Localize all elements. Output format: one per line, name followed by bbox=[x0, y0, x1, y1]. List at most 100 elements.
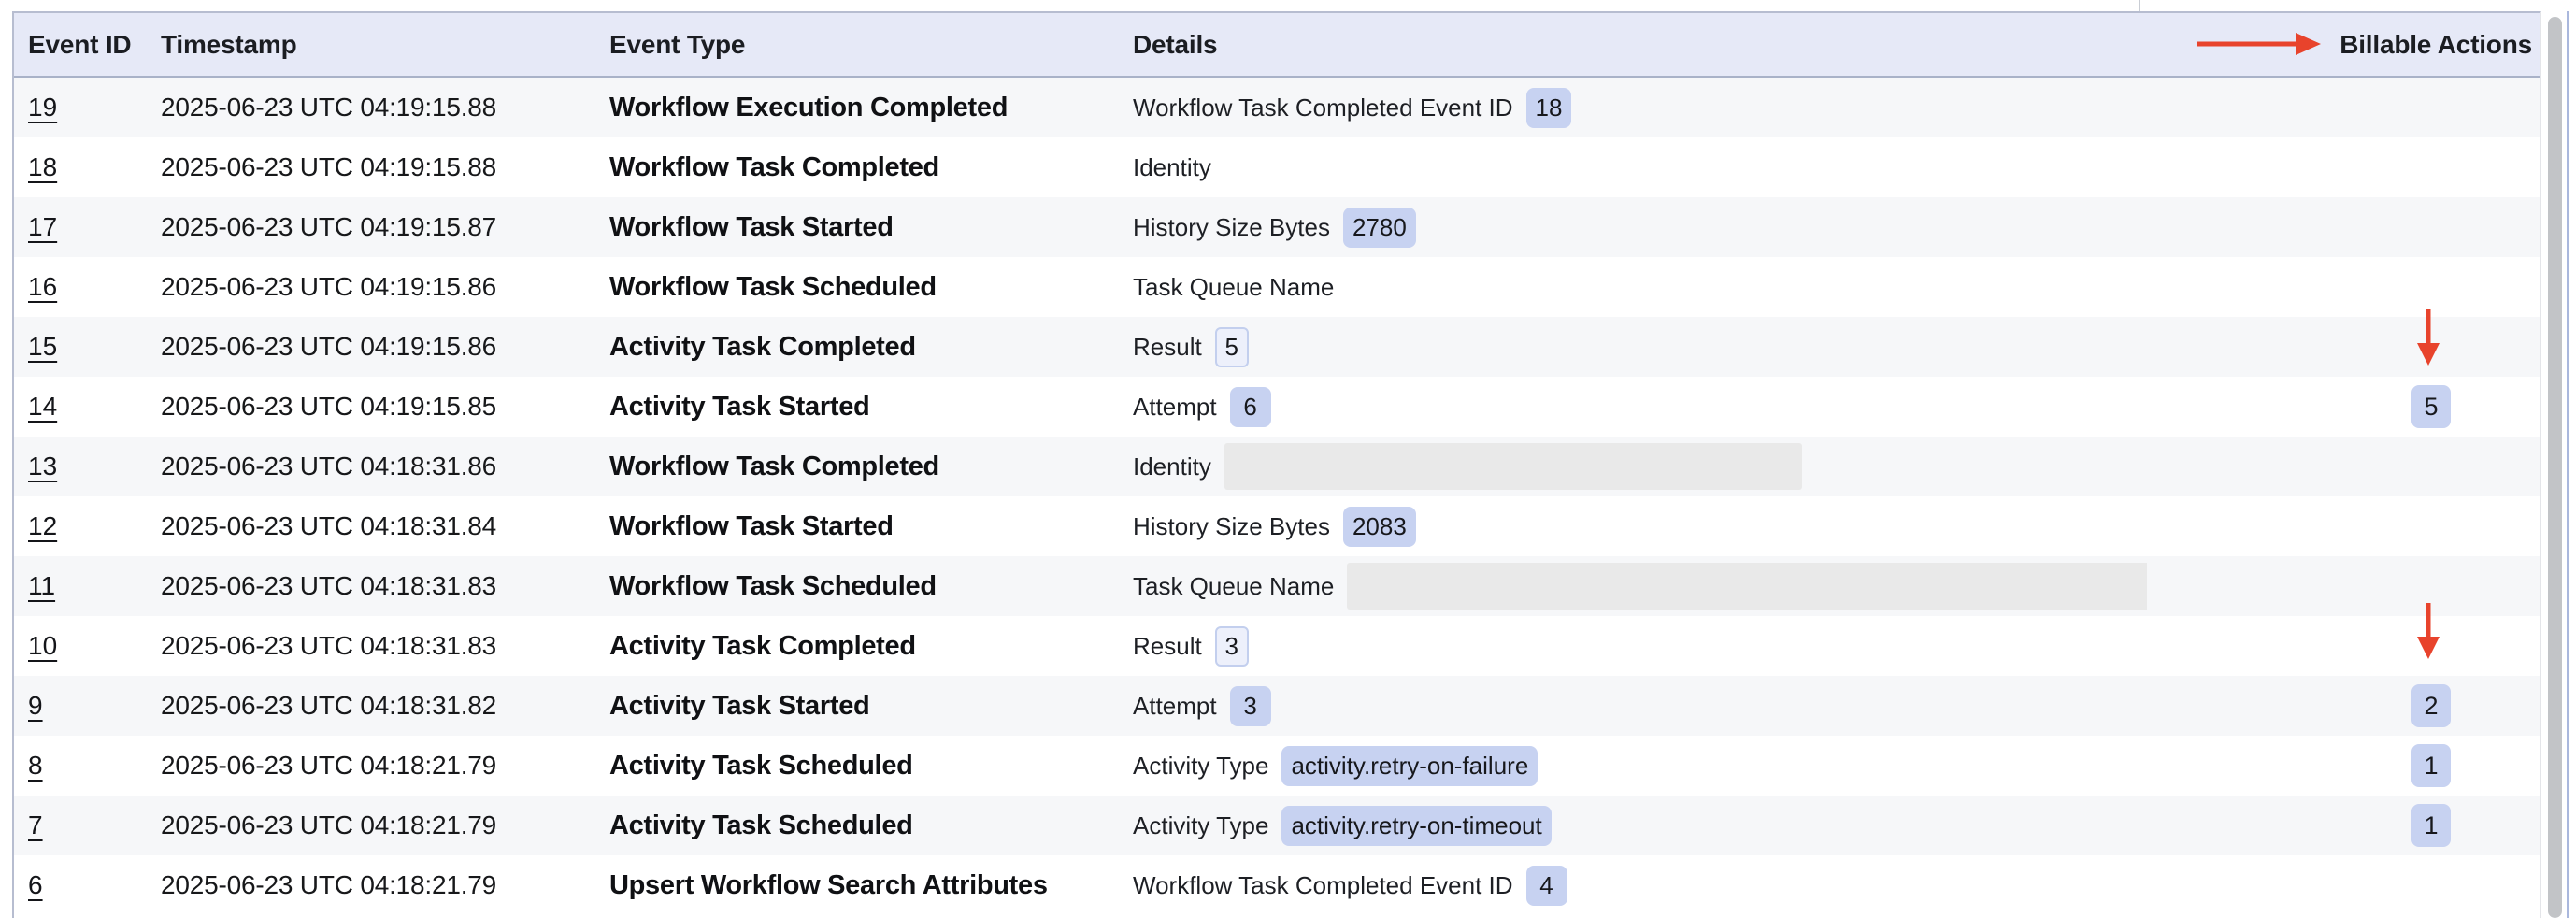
event-id-cell: 12 bbox=[14, 511, 161, 541]
table-row[interactable]: 10 2025-06-23 UTC 04:18:31.83Activity Tas… bbox=[14, 616, 2540, 676]
top-strip bbox=[0, 0, 2576, 11]
billable-actions-cell: 5 bbox=[2147, 385, 2540, 428]
billable-count-badge: 2 bbox=[2411, 684, 2451, 727]
event-id-link[interactable]: 8 bbox=[28, 751, 43, 780]
column-header-event-type: Event Type bbox=[609, 30, 1133, 60]
event-type-cell: Workflow Task Started bbox=[609, 212, 1133, 243]
table-row[interactable]: 122025-06-23 UTC 04:18:31.84Workflow Tas… bbox=[14, 496, 2540, 556]
event-id-link[interactable]: 16 bbox=[28, 272, 57, 301]
event-id-link[interactable]: 11 bbox=[28, 571, 55, 600]
detail-value-badge: 3 bbox=[1215, 626, 1249, 667]
detail-value-badge: 5 bbox=[1215, 327, 1249, 367]
detail-label: Task Queue Name bbox=[1133, 273, 1334, 302]
event-id-cell: 13 bbox=[14, 452, 161, 481]
event-type-cell: Activity Task Scheduled bbox=[609, 751, 1133, 782]
detail-value-badge: 2780 bbox=[1343, 208, 1416, 248]
timestamp-cell: 2025-06-23 UTC 04:18:21.79 bbox=[161, 810, 609, 840]
event-type-cell: Activity Task Started bbox=[609, 691, 1133, 722]
table-row[interactable]: 112025-06-23 UTC 04:18:31.83Workflow Tas… bbox=[14, 556, 2540, 616]
detail-value-badge: 18 bbox=[1526, 88, 1572, 128]
event-type-cell: Workflow Execution Completed bbox=[609, 93, 1133, 123]
details-cell: Task Queue Name bbox=[1133, 563, 2147, 610]
table-row[interactable]: 15 2025-06-23 UTC 04:19:15.86Activity Tas… bbox=[14, 317, 2540, 377]
details-cell: Activity Type activity.retry-on-timeout bbox=[1133, 806, 2147, 846]
detail-label: Workflow Task Completed Event ID bbox=[1133, 871, 1513, 900]
billable-count-badge: 5 bbox=[2411, 385, 2451, 428]
event-id-cell: 8 bbox=[14, 751, 161, 781]
event-id-cell: 7 bbox=[14, 810, 161, 840]
column-header-event-id: Event ID bbox=[14, 30, 161, 60]
details-cell: History Size Bytes 2780 bbox=[1133, 208, 2147, 248]
event-history-table: Event ID Timestamp Event Type Details Bi… bbox=[12, 11, 2541, 918]
event-type-cell: Upsert Workflow Search Attributes bbox=[609, 870, 1133, 901]
top-divider bbox=[2139, 0, 2140, 11]
timestamp-cell: 2025-06-23 UTC 04:18:31.82 bbox=[161, 691, 609, 721]
event-type-cell: Activity Task Completed bbox=[609, 631, 1133, 662]
detail-label: History Size Bytes bbox=[1133, 512, 1330, 541]
detail-label: Identity bbox=[1133, 452, 1211, 481]
event-id-cell: 6 bbox=[14, 870, 161, 900]
event-id-link[interactable]: 13 bbox=[28, 452, 57, 481]
timestamp-cell: 2025-06-23 UTC 04:18:21.79 bbox=[161, 870, 609, 900]
timestamp-cell: 2025-06-23 UTC 04:18:31.86 bbox=[161, 452, 609, 481]
column-header-billable-actions: Billable Actions bbox=[2340, 30, 2540, 60]
column-header-details: Details bbox=[1133, 30, 2147, 60]
table-row[interactable]: 182025-06-23 UTC 04:19:15.88Workflow Tas… bbox=[14, 137, 2540, 197]
table-row[interactable]: 72025-06-23 UTC 04:18:21.79Activity Task… bbox=[14, 796, 2540, 855]
event-type-cell: Workflow Task Completed bbox=[609, 152, 1133, 183]
details-cell: Attempt 6 bbox=[1133, 387, 2147, 427]
table-row[interactable]: 172025-06-23 UTC 04:19:15.87Workflow Tas… bbox=[14, 197, 2540, 257]
table-row[interactable]: 6 2025-06-23 UTC 04:18:21.79Upsert Workfl… bbox=[14, 855, 2540, 915]
timestamp-cell: 2025-06-23 UTC 04:19:15.86 bbox=[161, 272, 609, 302]
timestamp-cell: 2025-06-23 UTC 04:18:31.83 bbox=[161, 571, 609, 601]
details-cell: Activity Type activity.retry-on-failure bbox=[1133, 746, 2147, 786]
details-cell: Identity bbox=[1133, 153, 2147, 182]
details-cell: Attempt3 bbox=[1133, 686, 2147, 726]
timestamp-cell: 2025-06-23 UTC 04:19:15.86 bbox=[161, 332, 609, 362]
detail-label: History Size Bytes bbox=[1133, 213, 1330, 242]
detail-value-badge: activity.retry-on-failure bbox=[1281, 746, 1538, 786]
table-row[interactable]: 9 2025-06-23 UTC 04:18:31.82Activity Task… bbox=[14, 676, 2540, 736]
detail-value-badge: 6 bbox=[1230, 387, 1271, 427]
redacted-value-block bbox=[1224, 443, 1802, 490]
billable-count-badge: 1 bbox=[2411, 744, 2451, 787]
event-id-cell: 17 bbox=[14, 212, 161, 242]
detail-label: Result bbox=[1133, 333, 1202, 362]
event-id-link[interactable]: 9 bbox=[28, 691, 43, 720]
panel-edge-line bbox=[2567, 11, 2569, 918]
detail-label: Workflow Task Completed Event ID bbox=[1133, 93, 1513, 122]
detail-label: Result bbox=[1133, 632, 1202, 661]
detail-value-badge: activity.retry-on-timeout bbox=[1281, 806, 1551, 846]
event-id-link[interactable]: 19 bbox=[28, 93, 57, 122]
event-id-link[interactable]: 14 bbox=[28, 392, 57, 421]
event-rows: 192025-06-23 UTC 04:19:15.88Workflow Exe… bbox=[14, 78, 2540, 915]
event-id-link[interactable]: 6 bbox=[28, 870, 43, 899]
timestamp-cell: 2025-06-23 UTC 04:18:31.84 bbox=[161, 511, 609, 541]
details-cell: Result 5 bbox=[1133, 327, 2147, 367]
billable-actions-cell: 1 bbox=[2147, 804, 2540, 847]
timestamp-cell: 2025-06-23 UTC 04:19:15.85 bbox=[161, 392, 609, 422]
table-row[interactable]: 82025-06-23 UTC 04:18:21.79Activity Task… bbox=[14, 736, 2540, 796]
table-row[interactable]: 14 2025-06-23 UTC 04:19:15.85Activity Tas… bbox=[14, 377, 2540, 437]
event-id-link[interactable]: 7 bbox=[28, 810, 43, 839]
event-id-link[interactable]: 12 bbox=[28, 511, 57, 540]
detail-label: Activity Type bbox=[1133, 752, 1268, 781]
timestamp-cell: 2025-06-23 UTC 04:18:31.83 bbox=[161, 631, 609, 661]
event-type-cell: Activity Task Started bbox=[609, 392, 1133, 423]
detail-label: Activity Type bbox=[1133, 811, 1268, 840]
event-type-cell: Activity Task Completed bbox=[609, 332, 1133, 363]
event-id-link[interactable]: 10 bbox=[28, 631, 57, 660]
table-row[interactable]: 192025-06-23 UTC 04:19:15.88Workflow Exe… bbox=[14, 78, 2540, 137]
event-type-cell: Workflow Task Completed bbox=[609, 452, 1133, 482]
billable-actions-cell: 2 bbox=[2147, 684, 2540, 727]
scrollbar-thumb[interactable] bbox=[2548, 17, 2562, 918]
event-id-link[interactable]: 18 bbox=[28, 152, 57, 181]
details-cell: Identity bbox=[1133, 443, 2147, 490]
event-id-link[interactable]: 17 bbox=[28, 212, 57, 241]
table-row[interactable]: 13 2025-06-23 UTC 04:18:31.86Workflow Tas… bbox=[14, 437, 2540, 496]
event-id-cell: 18 bbox=[14, 152, 161, 182]
event-id-cell: 14 bbox=[14, 392, 161, 422]
table-row[interactable]: 162025-06-23 UTC 04:19:15.86Workflow Tas… bbox=[14, 257, 2540, 317]
detail-label: Attempt bbox=[1133, 393, 1217, 422]
event-id-link[interactable]: 15 bbox=[28, 332, 57, 361]
